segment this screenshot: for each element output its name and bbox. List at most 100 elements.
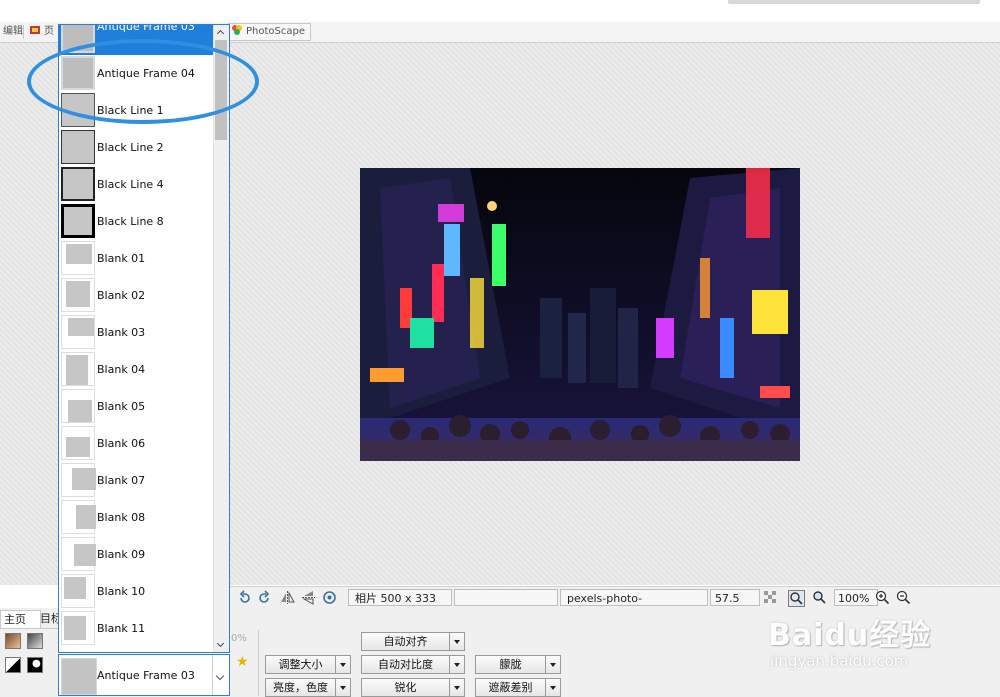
blank-frame-preview: [66, 281, 90, 307]
frame-list-item[interactable]: Black Line 4: [59, 166, 214, 203]
frame-list-item[interactable]: Blank 11: [59, 610, 214, 647]
dropdown-scrollbar[interactable]: [213, 25, 229, 652]
flip-vertical-icon[interactable]: [301, 590, 316, 605]
chevron-down-icon[interactable]: [449, 679, 464, 696]
brightness-label: 亮度，色度: [273, 681, 328, 694]
tab-home[interactable]: 主页: [0, 610, 41, 629]
frame-list-item[interactable]: Blank 04: [59, 351, 214, 388]
frame-list-item[interactable]: Blank 07: [59, 462, 214, 499]
percent-label: 0%: [231, 633, 247, 644]
status-bar: 相片 500 x 333 pexels-photo-2803616.jpg 57…: [230, 586, 1000, 622]
frame-combobox-value: Antique Frame 03: [97, 669, 195, 682]
panel-divider: [258, 630, 259, 696]
frame-thumbnail: [61, 278, 95, 312]
chevron-down-icon[interactable]: [449, 633, 464, 650]
resize-button[interactable]: 调整大小: [265, 655, 351, 674]
zoom-in-icon[interactable]: [875, 590, 890, 605]
watermark-url: jingyan.baidu.com: [770, 652, 909, 670]
brightness-button[interactable]: 亮度，色度: [265, 678, 351, 697]
frame-list-item-label: Blank 02: [97, 289, 146, 302]
chevron-down-icon[interactable]: [545, 679, 560, 696]
frame-thumbnail: [61, 658, 97, 695]
frame-list-item-label: Antique Frame 03: [97, 24, 195, 33]
frame-thumbnail: [61, 130, 95, 164]
blank-frame-preview: [66, 355, 88, 385]
frame-list-item-label: Blank 06: [97, 437, 146, 450]
frame-list-item[interactable]: Blank 03: [59, 314, 214, 351]
chevron-down-icon[interactable]: [335, 679, 350, 696]
file-name: pexels-photo-2803616.jpg: [560, 589, 708, 622]
blank-frame-preview: [76, 505, 96, 529]
frame-list-item-label: Blank 01: [97, 252, 146, 265]
rotate-left-icon[interactable]: [237, 590, 252, 605]
blur-button[interactable]: 朦胧: [475, 655, 561, 674]
zoom-out-icon[interactable]: [896, 590, 911, 605]
chevron-down-icon[interactable]: [449, 656, 464, 673]
blank-frame-preview: [74, 544, 96, 566]
frame-list-item[interactable]: Blank 06: [59, 425, 214, 462]
transparency-grid-icon[interactable]: [763, 590, 778, 605]
negative-swatch-icon[interactable]: [27, 657, 43, 673]
photoscape-icon: [232, 25, 242, 35]
blank-frame-preview: [66, 437, 90, 457]
page-icon: [30, 26, 40, 34]
chevron-down-icon[interactable]: [335, 656, 350, 673]
tab-page-label: 页: [44, 26, 54, 37]
refresh-icon[interactable]: [322, 590, 337, 605]
annotation-ellipse: [27, 39, 259, 124]
auto-level-label: 自动对齐: [383, 635, 428, 648]
actual-size-icon[interactable]: [812, 590, 827, 605]
tab-underline: [0, 628, 60, 629]
frame-list-item-label: Black Line 2: [97, 141, 164, 154]
frame-list-item[interactable]: Black Line 8: [59, 203, 214, 240]
scroll-up-icon[interactable]: [214, 25, 229, 39]
blank-frame-preview: [64, 577, 86, 599]
tab-photoscape[interactable]: PhotoScape: [228, 23, 311, 41]
frame-list-item-label: Blank 07: [97, 474, 146, 487]
window-top-bar: [728, 0, 980, 4]
blur-label: 朦胧: [499, 658, 522, 671]
auto-level-button[interactable]: 自动对齐: [361, 632, 465, 651]
chevron-down-icon[interactable]: [212, 655, 229, 695]
frame-list-item[interactable]: Blank 05: [59, 388, 214, 425]
sharpen-button[interactable]: 锐化: [361, 678, 465, 697]
baidu-watermark: Baidu经验: [768, 618, 932, 653]
tab-photoscape-label: PhotoScape: [246, 26, 305, 37]
frame-thumbnail: [61, 204, 95, 238]
frame-list-item[interactable]: Blank 01: [59, 240, 214, 277]
frame-thumbnail: [61, 500, 96, 534]
frame-list-item-label: Blank 11: [97, 622, 146, 635]
frame-list-item-label: Blank 04: [97, 363, 146, 376]
scroll-down-icon[interactable]: [214, 638, 229, 652]
frame-list-item[interactable]: Blank 08: [59, 499, 214, 536]
rotate-right-icon[interactable]: [257, 590, 272, 605]
blank-frame-preview: [66, 244, 92, 264]
frame-thumbnail: [61, 537, 96, 571]
frame-list-item-label: Black Line 4: [97, 178, 164, 191]
sepia-swatch-icon[interactable]: [5, 633, 21, 649]
blank-frame-preview: [64, 616, 86, 640]
frame-thumbnail: [61, 574, 95, 608]
auto-contrast-button[interactable]: 自动对比度: [361, 655, 465, 674]
frame-list-item[interactable]: Blank 02: [59, 277, 214, 314]
frame-thumbnail: [61, 315, 95, 349]
frame-list-item[interactable]: Blank 10: [59, 573, 214, 610]
frame-combobox[interactable]: Antique Frame 03: [58, 654, 230, 696]
fit-zoom-icon[interactable]: [788, 590, 805, 607]
backlight-label: 遮蔽差别: [488, 681, 533, 694]
black-white-swatch-icon[interactable]: [5, 657, 21, 673]
resize-label: 调整大小: [278, 658, 323, 671]
blank-frame-preview: [68, 318, 94, 336]
chevron-down-icon[interactable]: [545, 656, 560, 673]
photo-preview[interactable]: [360, 168, 800, 461]
favorite-star-icon[interactable]: ★: [236, 654, 249, 670]
blank-frame-preview: [68, 400, 92, 422]
frame-list-item[interactable]: Blank 09: [59, 536, 214, 573]
backlight-button[interactable]: 遮蔽差别: [475, 678, 561, 697]
frame-thumbnail: [61, 426, 95, 460]
flip-horizontal-icon[interactable]: [280, 590, 295, 605]
grayscale-swatch-icon[interactable]: [27, 633, 43, 649]
frame-thumbnail: [61, 611, 95, 645]
frame-list-item[interactable]: Black Line 2: [59, 129, 214, 166]
zoom-level: 100%: [834, 589, 878, 606]
